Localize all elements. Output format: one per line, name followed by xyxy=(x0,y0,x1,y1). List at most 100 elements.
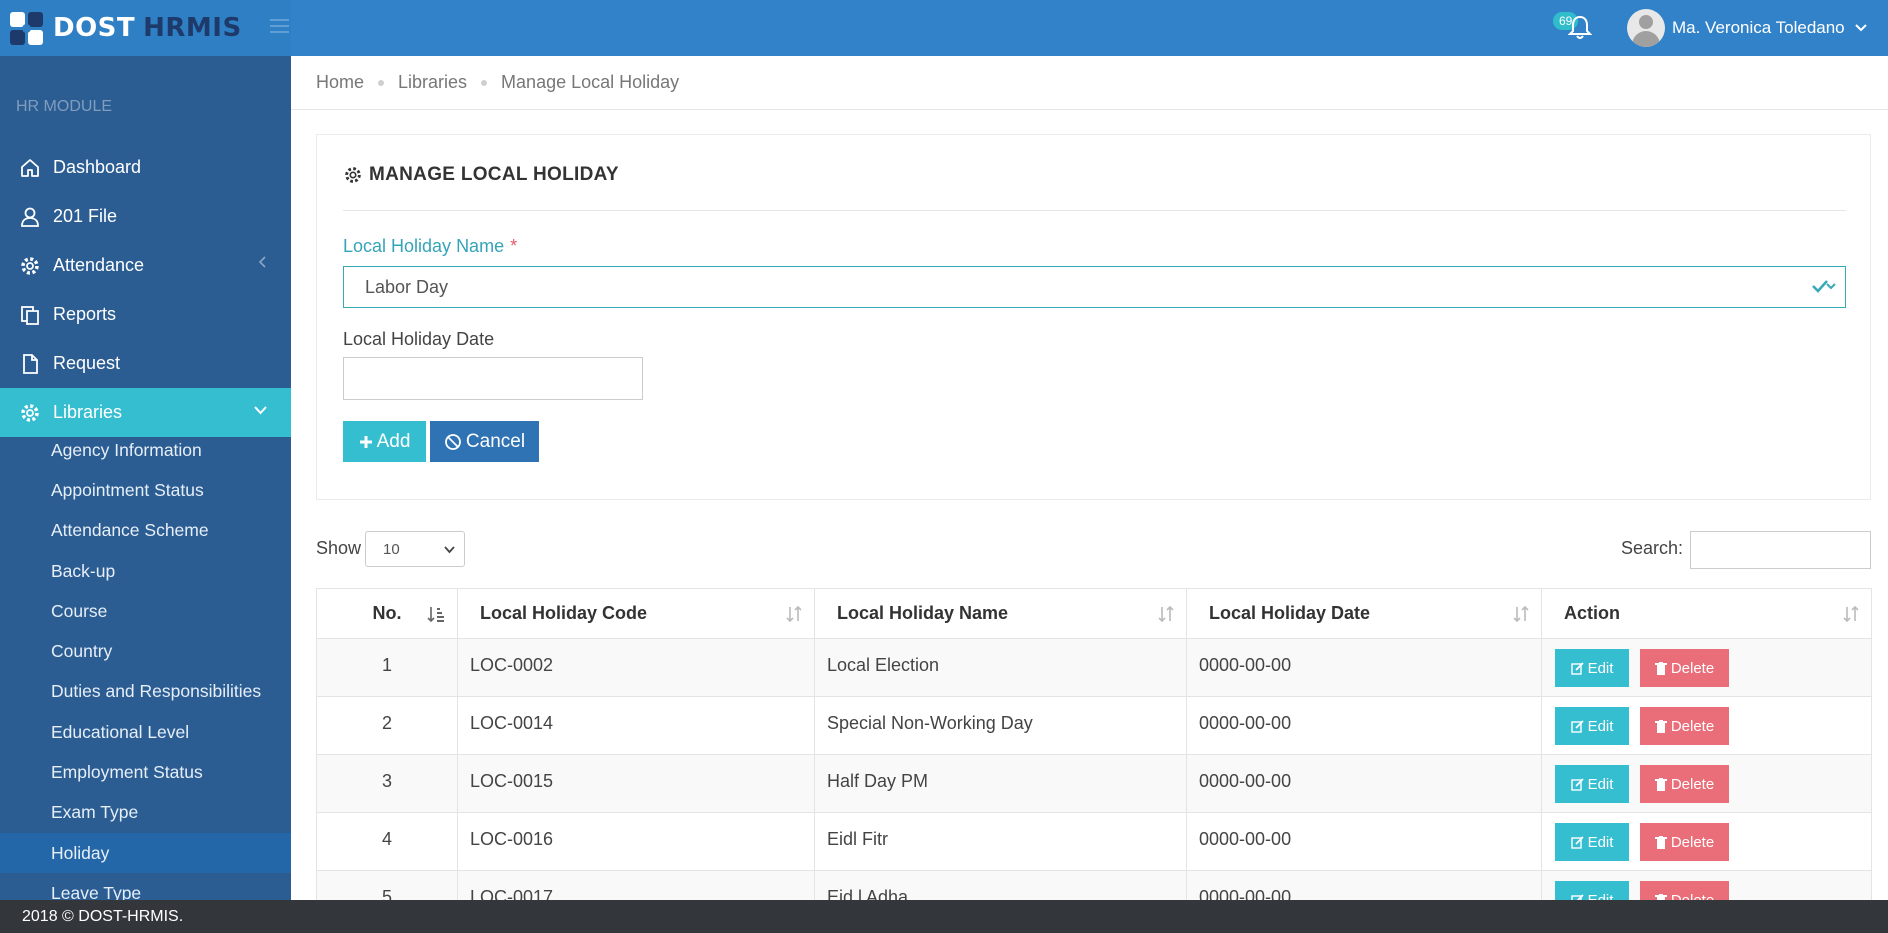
column-header-no[interactable]: No. xyxy=(316,588,458,639)
cell-date: 0000-00-00 xyxy=(1186,754,1542,813)
plus-icon xyxy=(359,435,373,449)
sidebar-subitem-duties[interactable]: Duties and Responsibilities xyxy=(0,672,291,712)
dost-logo-icon xyxy=(10,11,43,45)
edit-button[interactable]: Edit xyxy=(1555,649,1629,687)
delete-button[interactable]: Delete xyxy=(1640,765,1730,803)
table-header-row: No. Local Holiday Code Local Holiday Nam… xyxy=(316,588,1872,639)
top-navbar: DOST HRMIS 69 Ma. Veronica Toledano xyxy=(0,0,1888,56)
sort-asc-icon xyxy=(427,605,445,628)
chevron-down-icon xyxy=(444,543,455,557)
sidebar-item-request[interactable]: Request xyxy=(0,339,291,388)
sidebar-item-dashboard[interactable]: Dashboard xyxy=(0,143,291,192)
sidebar-item-reports[interactable]: Reports xyxy=(0,290,291,339)
cell-date: 0000-00-00 xyxy=(1186,638,1542,697)
sidebar-subitem-leave-type[interactable]: Leave Type xyxy=(0,873,291,900)
breadcrumb-separator xyxy=(481,79,488,86)
libraries-submenu: Agency Information Appointment Status At… xyxy=(0,430,291,900)
sidebar-subitem-exam-type[interactable]: Exam Type xyxy=(0,793,291,833)
delete-button[interactable]: Delete xyxy=(1640,823,1730,861)
cancel-button[interactable]: Cancel xyxy=(430,421,539,462)
holiday-name-label: Local Holiday Name * xyxy=(343,236,517,257)
sidebar-toggle-icon[interactable] xyxy=(270,19,289,37)
page-size-value: 10 xyxy=(383,540,400,558)
sidebar-subitem-appointment-status[interactable]: Appointment Status xyxy=(0,470,291,510)
cell-action: Edit Delete xyxy=(1541,812,1872,871)
table-row: 4 LOC-0016 Eidl Fitr 0000-00-00 Edit Del… xyxy=(316,812,1872,871)
column-header-label: Local Holiday Code xyxy=(480,603,648,623)
sidebar-subitem-holiday[interactable]: Holiday xyxy=(0,832,291,874)
sidebar-item-attendance[interactable]: Attendance xyxy=(0,241,291,290)
cell-code: LOC-0015 xyxy=(457,754,815,813)
cell-no: 2 xyxy=(316,696,458,755)
add-button[interactable]: Add xyxy=(343,421,426,462)
cell-no: 1 xyxy=(316,638,458,697)
brand[interactable]: DOST HRMIS xyxy=(0,0,291,56)
sidebar-subitem-country[interactable]: Country xyxy=(0,631,291,671)
sidebar-subitem-back-up[interactable]: Back-up xyxy=(0,551,291,591)
edit-icon xyxy=(1570,719,1584,733)
edit-button[interactable]: Edit xyxy=(1555,765,1629,803)
page-size-select[interactable]: 10 xyxy=(365,531,465,567)
local-holiday-table: No. Local Holiday Code Local Holiday Nam… xyxy=(316,588,1872,929)
chevron-down-icon xyxy=(254,403,267,418)
holiday-date-input[interactable] xyxy=(343,357,643,400)
edit-button[interactable]: Edit xyxy=(1555,707,1629,745)
breadcrumb-current: Manage Local Holiday xyxy=(501,72,680,92)
column-header-name[interactable]: Local Holiday Name xyxy=(814,588,1187,639)
trash-icon xyxy=(1654,719,1667,733)
delete-label: Delete xyxy=(1670,717,1715,735)
bell-icon[interactable] xyxy=(1567,14,1594,42)
sidebar-item-label: Libraries xyxy=(53,402,123,422)
cell-action: Edit Delete xyxy=(1541,638,1872,697)
sidebar-subitem-course[interactable]: Course xyxy=(0,591,291,631)
holiday-name-select[interactable]: Labor Day xyxy=(343,266,1846,308)
divider xyxy=(343,210,1846,211)
user-name: Ma. Veronica Toledano xyxy=(1672,18,1845,37)
module-label: HR MODULE xyxy=(16,98,113,115)
sidebar-subitem-attendance-scheme[interactable]: Attendance Scheme xyxy=(0,511,291,551)
delete-button[interactable]: Delete xyxy=(1640,707,1730,745)
user-menu[interactable]: Ma. Veronica Toledano xyxy=(1627,9,1867,47)
column-header-label: No. xyxy=(372,603,402,623)
column-header-date[interactable]: Local Holiday Date xyxy=(1186,588,1542,639)
search-label: Search: xyxy=(1621,538,1684,558)
file-icon xyxy=(19,353,41,375)
user-icon xyxy=(19,206,41,228)
cell-code: LOC-0014 xyxy=(457,696,815,755)
breadcrumb-home[interactable]: Home xyxy=(316,72,364,93)
gear-icon xyxy=(19,255,41,277)
sidebar-item-201-file[interactable]: 201 File xyxy=(0,192,291,241)
cell-code: LOC-0016 xyxy=(457,812,815,871)
sidebar-subitem-employment-status[interactable]: Employment Status xyxy=(0,752,291,792)
search-input[interactable] xyxy=(1690,531,1871,569)
sidebar-item-label: Request xyxy=(53,353,121,373)
cell-code: LOC-0002 xyxy=(457,638,815,697)
edit-button[interactable]: Edit xyxy=(1555,823,1629,861)
sidebar-nav: Dashboard 201 File Attendance Reports Re… xyxy=(0,143,291,437)
avatar xyxy=(1627,9,1665,47)
sidebar-subitem-educational-level[interactable]: Educational Level xyxy=(0,712,291,752)
required-mark: * xyxy=(510,236,518,256)
table-row: 2 LOC-0014 Special Non-Working Day 0000-… xyxy=(316,696,1872,755)
column-header-code[interactable]: Local Holiday Code xyxy=(457,588,815,639)
column-header-label: Local Holiday Name xyxy=(837,603,1009,623)
column-header-action[interactable]: Action xyxy=(1541,588,1872,639)
sidebar-item-label: Reports xyxy=(53,304,117,324)
sidebar-item-label: Dashboard xyxy=(53,157,142,177)
brand-name-hrmis: HRMIS xyxy=(143,13,242,43)
delete-label: Delete xyxy=(1670,833,1715,851)
holiday-date-label: Local Holiday Date xyxy=(343,329,495,349)
sidebar-subitem-agency-information[interactable]: Agency Information xyxy=(0,430,291,470)
sort-icon xyxy=(1513,605,1529,628)
cell-action: Edit Delete xyxy=(1541,696,1872,755)
show-entries-label: Show xyxy=(316,538,362,558)
trash-icon xyxy=(1654,777,1667,791)
delete-button[interactable]: Delete xyxy=(1640,649,1730,687)
edit-label: Edit xyxy=(1587,775,1614,793)
home-icon xyxy=(19,157,41,179)
cell-name: Eidl Fitr xyxy=(814,812,1187,871)
breadcrumb-libraries[interactable]: Libraries xyxy=(398,72,467,93)
sort-icon xyxy=(786,605,802,628)
checkmark-icon xyxy=(1811,277,1837,300)
delete-label: Delete xyxy=(1670,775,1715,793)
